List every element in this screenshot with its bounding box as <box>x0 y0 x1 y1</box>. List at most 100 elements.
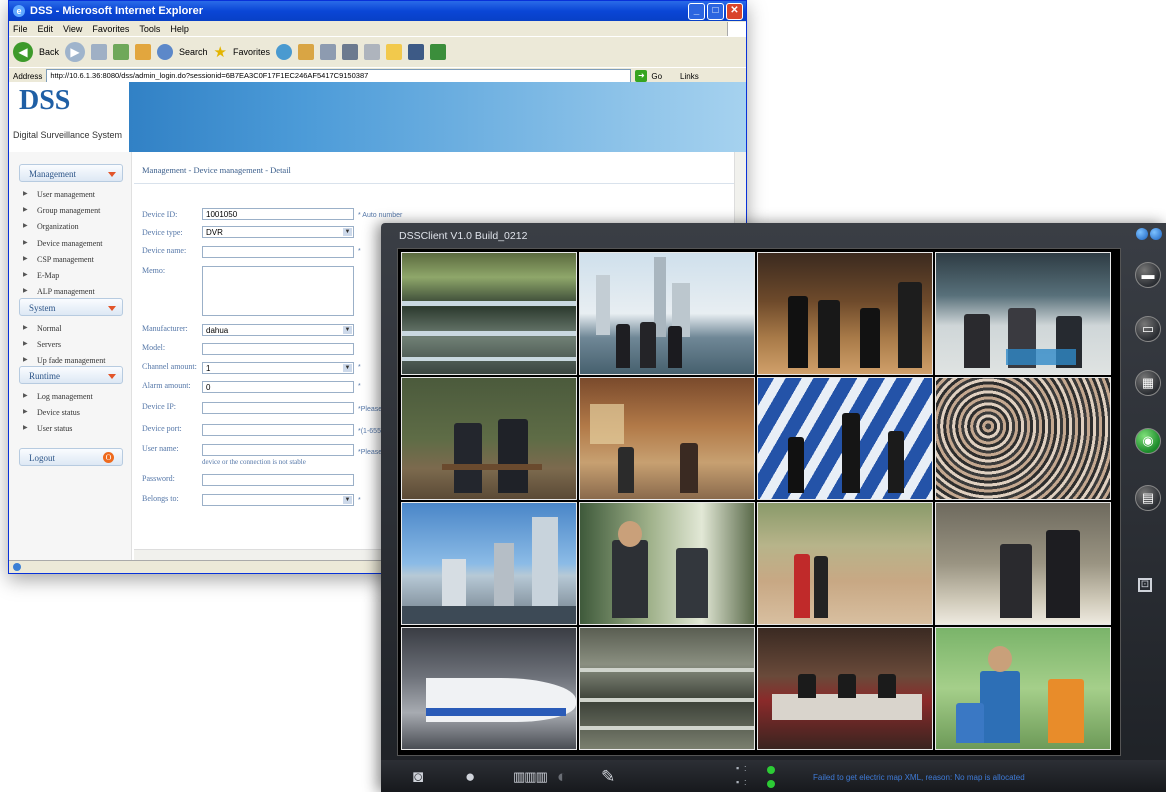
folder-icon[interactable] <box>386 44 403 60</box>
dssclient-window: DSSClient V1.0 Build_0212 ▬ ▭ ▦ ◉ ▤ ⊡ ◙ … <box>381 223 1166 792</box>
menu-edit[interactable]: Edit <box>38 24 54 34</box>
tools-icon[interactable] <box>430 44 447 60</box>
video-channel[interactable] <box>401 502 577 625</box>
video-channel[interactable] <box>579 502 755 625</box>
video-channel[interactable] <box>935 502 1111 625</box>
belongs-to-select[interactable]: ▼ <box>202 494 354 506</box>
forward-arrow-icon[interactable]: ▶ <box>65 42 86 62</box>
logout-button[interactable]: Logout O <box>19 448 123 466</box>
alarm-amount-field[interactable]: 0 <box>202 381 354 393</box>
emap-icon[interactable]: ▤ <box>1135 485 1161 511</box>
go-arrow-icon[interactable]: ➜ <box>635 70 648 82</box>
fullscreen-icon[interactable]: ⊡ <box>1138 578 1152 592</box>
nav-group-management[interactable]: Group management <box>23 206 100 215</box>
memo-textarea[interactable] <box>202 266 354 316</box>
history-icon[interactable] <box>298 44 315 60</box>
video-channel[interactable] <box>401 627 577 750</box>
client-title: DSSClient V1.0 Build_0212 <box>399 230 528 242</box>
video-channel[interactable] <box>401 252 577 375</box>
back-arrow-icon[interactable]: ◀ <box>13 42 33 62</box>
home-icon[interactable] <box>135 44 152 60</box>
nav-e-map[interactable]: E-Map <box>23 271 59 280</box>
webcam-icon[interactable]: ● <box>465 768 475 786</box>
close-button[interactable]: ✕ <box>726 2 743 20</box>
nav-user-management[interactable]: User management <box>23 190 95 199</box>
nav-device-management[interactable]: Device management <box>23 239 102 248</box>
camera-icon[interactable]: ◙ <box>413 768 423 786</box>
maximize-button[interactable]: □ <box>707 2 724 20</box>
nav-section-runtime[interactable]: Runtime <box>19 366 123 384</box>
nav-normal[interactable]: Normal <box>23 324 62 333</box>
nav-section-management[interactable]: Management <box>19 164 123 182</box>
menu-favorites[interactable]: Favorites <box>92 24 129 34</box>
back-button[interactable]: Back <box>39 47 59 57</box>
server-icon: ▪ <box>736 777 740 787</box>
menu-tools[interactable]: Tools <box>139 24 160 34</box>
monitor-icon[interactable]: ▭ <box>1135 316 1161 342</box>
nav-csp-management[interactable]: CSP management <box>23 255 94 264</box>
nav-device-status[interactable]: Device status <box>23 408 80 417</box>
menu-help[interactable]: Help <box>170 24 189 34</box>
video-channel[interactable] <box>579 627 755 750</box>
address-input[interactable]: http://10.6.1.36:8080/dss/admin_login.do… <box>46 69 632 83</box>
star-icon[interactable]: ★ <box>214 43 227 61</box>
video-channel[interactable] <box>757 252 933 375</box>
device-id-field[interactable]: 1001050 <box>202 208 354 220</box>
layout-icon[interactable]: ▦ <box>1135 370 1161 396</box>
menu-file[interactable]: File <box>13 24 28 34</box>
manufacturer-select[interactable]: dahua ▼ <box>202 324 354 336</box>
device-name-field[interactable] <box>202 246 354 258</box>
record-icon[interactable]: ◐ <box>557 768 567 786</box>
print-icon[interactable] <box>342 44 359 60</box>
search-button[interactable]: Search <box>179 47 208 57</box>
divider <box>134 183 734 184</box>
video-channel[interactable] <box>579 252 755 375</box>
film-icon[interactable]: ▥▥▥ <box>513 768 548 786</box>
nav-user-status[interactable]: User status <box>23 424 72 433</box>
nav-servers[interactable]: Servers <box>23 340 61 349</box>
search-icon[interactable] <box>157 44 174 60</box>
favorites-button[interactable]: Favorites <box>233 47 270 57</box>
user-name-field[interactable] <box>202 444 354 456</box>
password-field[interactable] <box>202 474 354 486</box>
video-channel[interactable] <box>757 627 933 750</box>
links-button[interactable]: Links <box>680 72 699 81</box>
wrench-icon[interactable]: ✎ <box>601 768 615 786</box>
globe-icon[interactable]: ◉ <box>1135 428 1161 454</box>
brand-subtitle: Digital Surveillance System <box>13 130 123 140</box>
device-name-label: Device name: <box>142 246 187 255</box>
device-type-select[interactable]: DVR ▼ <box>202 226 354 238</box>
left-nav: Management User management Group managem… <box>9 152 132 561</box>
video-channel[interactable] <box>757 502 933 625</box>
mail-icon[interactable] <box>320 44 337 60</box>
device-ip-field[interactable] <box>202 402 354 414</box>
video-channel[interactable] <box>757 377 933 500</box>
video-channel[interactable] <box>935 627 1111 750</box>
stop-icon[interactable] <box>91 44 108 60</box>
page-status-icon <box>13 563 21 571</box>
logout-icon: O <box>103 452 114 463</box>
device-name-hint: * <box>358 248 361 255</box>
nav-log-management[interactable]: Log management <box>23 392 93 401</box>
model-field[interactable] <box>202 343 354 355</box>
video-channel[interactable] <box>579 377 755 500</box>
video-channel[interactable] <box>935 252 1111 375</box>
refresh-icon[interactable] <box>113 44 130 60</box>
close-button[interactable] <box>1150 228 1162 240</box>
messenger-icon[interactable] <box>408 44 425 60</box>
edit-icon[interactable] <box>364 44 381 60</box>
minimize-button[interactable] <box>1136 228 1148 240</box>
nav-section-system[interactable]: System <box>19 298 123 316</box>
nav-up-fade-management[interactable]: Up fade management <box>23 356 106 365</box>
video-channel[interactable] <box>401 377 577 500</box>
video-channel[interactable] <box>935 377 1111 500</box>
media-icon[interactable] <box>276 44 293 60</box>
device-icon[interactable]: ▬ <box>1135 262 1161 288</box>
minimize-button[interactable]: _ <box>688 2 705 20</box>
channel-amount-select[interactable]: 1 ▼ <box>202 362 354 374</box>
device-port-field[interactable] <box>202 424 354 436</box>
go-button[interactable]: Go <box>651 72 662 81</box>
nav-organization[interactable]: Organization <box>23 222 79 231</box>
nav-alp-management[interactable]: ALP management <box>23 287 95 296</box>
menu-view[interactable]: View <box>63 24 82 34</box>
